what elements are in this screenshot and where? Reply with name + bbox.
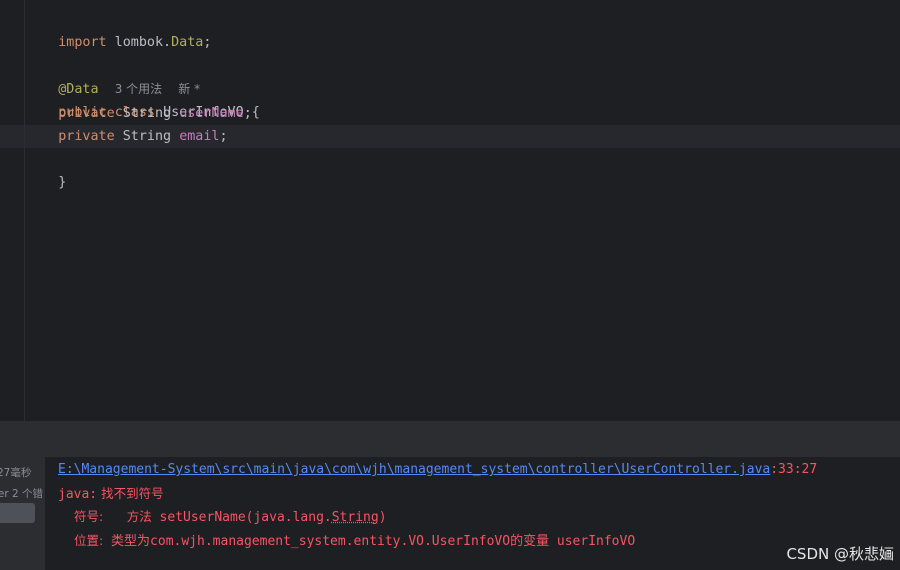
location-line: 位置: 类型为com.wjh.management_system.entity.… [74, 529, 635, 552]
private-keyword: private [58, 129, 115, 144]
field-username: userName [179, 106, 244, 121]
type-string: String [122, 129, 172, 144]
code-line-class-decl[interactable]: public class UserInfoVO { [26, 78, 260, 120]
symbol-kind: 方法 [126, 509, 152, 524]
editor-gutter [24, 0, 25, 421]
closing-brace: } [58, 175, 67, 190]
symbol-line: 符号: 方法 setUserName(java.lang.String) [74, 505, 387, 528]
tool-window-header [0, 421, 900, 457]
import-package: lombok. [106, 35, 172, 50]
private-keyword: private [58, 106, 115, 121]
error-prefix: java: [58, 487, 98, 502]
symbol-signature-end: ) [378, 510, 387, 525]
code-line-closing-brace[interactable]: } [26, 148, 66, 190]
import-class: Data [171, 35, 204, 50]
import-semicolon: ; [203, 35, 212, 50]
csdn-watermark: CSDN @秋悲婳 [786, 545, 894, 563]
code-editor[interactable]: import lombok.Data; @Data 3 个用法 新 * publ… [0, 0, 900, 421]
import-keyword: import [58, 35, 107, 50]
code-line-annotation[interactable]: @Data 3 个用法 新 * [26, 55, 200, 97]
symbol-signature-start: setUserName(java.lang. [159, 510, 332, 525]
selected-tree-item[interactable] [0, 503, 35, 523]
error-location-line[interactable]: E:\Management-System\src\main\java\com\w… [58, 458, 817, 481]
error-text: 找不到符号 [97, 486, 164, 501]
code-line-email[interactable]: private String email; [26, 125, 228, 148]
build-time: 27毫秒 [0, 467, 32, 479]
code-line-username[interactable]: private String userName; [26, 102, 252, 125]
type-string: String [122, 106, 172, 121]
file-path-link[interactable]: E:\Management-System\src\main\java\com\w… [58, 462, 770, 477]
location-label: 位置: [74, 533, 104, 548]
build-error-count[interactable]: ler 2 个错 [0, 486, 43, 501]
field-email: email [179, 129, 220, 144]
symbol-signature-type: String [331, 510, 379, 525]
error-message-line: java: 找不到符号 [58, 482, 164, 505]
symbol-label: 符号: [74, 509, 104, 524]
semicolon: ; [243, 106, 252, 121]
code-line-import[interactable]: import lombok.Data; [26, 8, 211, 50]
build-tree-pane[interactable]: 27毫秒 ler 2 个错 [0, 457, 45, 570]
build-output-panel[interactable]: 27毫秒 ler 2 个错 E:\Management-System\src\m… [0, 457, 900, 570]
location-text: 类型为com.wjh.management_system.entity.VO.U… [111, 534, 636, 549]
file-position: :33:27 [770, 462, 818, 477]
semicolon: ; [219, 129, 228, 144]
